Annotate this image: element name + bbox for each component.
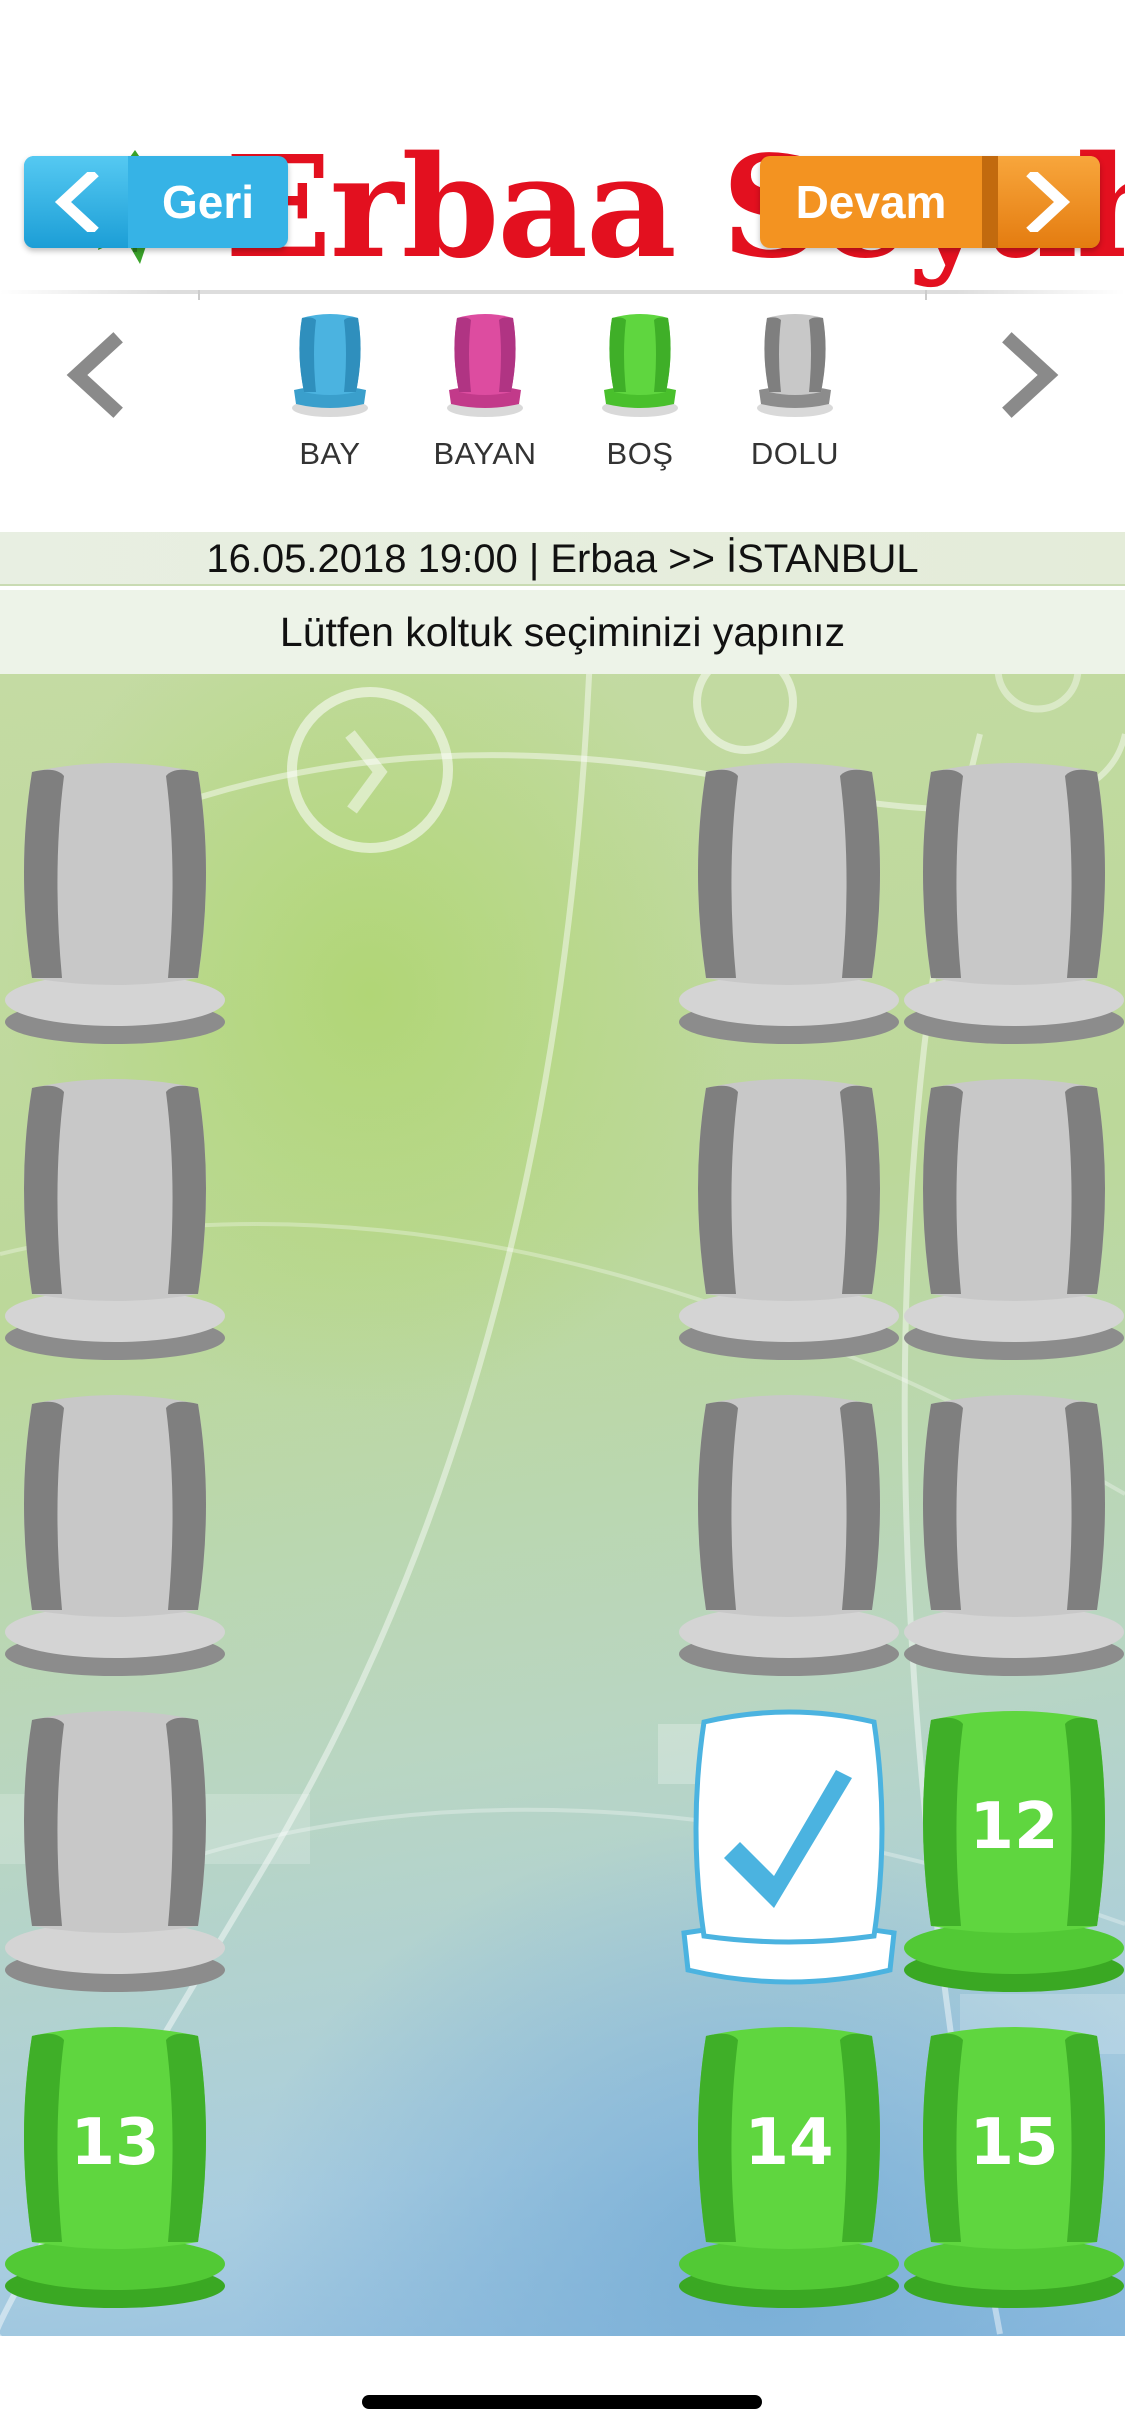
seat-map: 12 13 14 15 xyxy=(0,674,1125,2336)
seat-occupied xyxy=(676,1076,902,1366)
legend-item-empty: BOŞ xyxy=(570,308,710,472)
seat-female-icon xyxy=(447,314,523,417)
home-indicator[interactable] xyxy=(362,2395,762,2409)
seat-occupied xyxy=(2,1392,228,1682)
seat-number: 12 xyxy=(969,1790,1059,1864)
header-divider xyxy=(0,290,1125,294)
seat-occupied xyxy=(676,1392,902,1682)
chevron-left-icon xyxy=(24,156,128,248)
seat-empty[interactable]: 12 xyxy=(901,1708,1125,1998)
seat-occupied xyxy=(901,1392,1125,1682)
chevron-right-icon xyxy=(982,156,1100,248)
next-button[interactable]: Devam xyxy=(760,156,1100,248)
seat-occupied-icon xyxy=(757,314,833,417)
seat-occupied xyxy=(2,760,228,1050)
next-button-label: Devam xyxy=(795,176,947,228)
chevron-right-icon[interactable] xyxy=(990,330,1070,420)
seat-occupied xyxy=(2,1076,228,1366)
seat-occupied xyxy=(901,760,1125,1050)
back-button[interactable]: Geri xyxy=(24,156,288,248)
legend-item-occupied: DOLU xyxy=(725,308,865,472)
seat-male-icon xyxy=(292,314,368,417)
legend-item-female: BAYAN xyxy=(415,308,555,472)
legend-item-male: BAY xyxy=(260,308,400,472)
seat-number: 13 xyxy=(70,2106,160,2180)
seat-instruction: Lütfen koltuk seçiminizi yapınız xyxy=(0,590,1125,674)
trip-info: 16.05.2018 19:00 | Erbaa >> İSTANBUL xyxy=(0,532,1125,586)
seat-occupied xyxy=(901,1076,1125,1366)
seat-occupied xyxy=(676,760,902,1050)
seat-selected[interactable] xyxy=(676,1708,902,1998)
seat-number: 14 xyxy=(744,2106,834,2180)
back-button-label: Geri xyxy=(161,176,255,228)
legend-label: BAYAN xyxy=(433,436,537,471)
bottom-bar xyxy=(0,2336,1125,2436)
app-header: Erbaa Seyahat Geri Devam xyxy=(0,120,1125,308)
seat-empty[interactable]: 15 xyxy=(901,2024,1125,2314)
seat-legend: BAY BAYAN BOŞ DOLU xyxy=(0,300,1125,530)
checkmark-icon xyxy=(681,1709,897,1985)
seat-occupied xyxy=(2,1708,228,1998)
chevron-left-icon[interactable] xyxy=(55,330,135,420)
seat-number: 15 xyxy=(969,2106,1059,2180)
legend-label: BOŞ xyxy=(606,436,674,471)
seat-empty[interactable]: 14 xyxy=(676,2024,902,2314)
seat-empty[interactable]: 13 xyxy=(2,2024,228,2314)
seat-empty-icon xyxy=(602,314,678,417)
legend-label: BAY xyxy=(299,436,361,471)
legend-label: DOLU xyxy=(750,436,840,471)
